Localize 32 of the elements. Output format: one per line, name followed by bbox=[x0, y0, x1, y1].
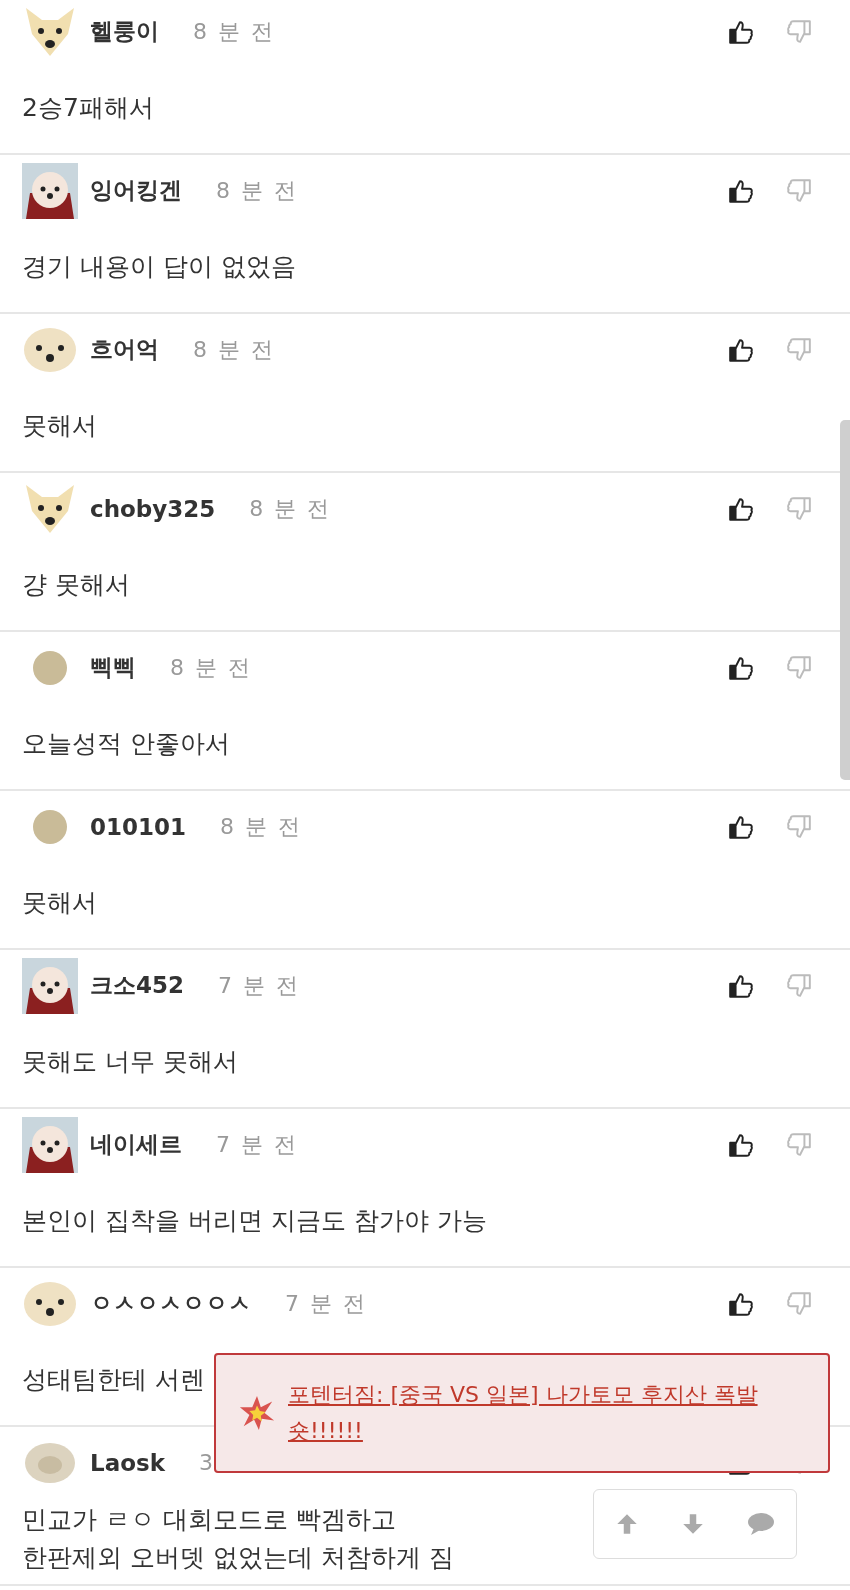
comment-text: 한판제외 오버뎃 없었는데 처참하게 짐 bbox=[22, 1542, 454, 1574]
comment-time: 7 분 전 bbox=[285, 1289, 367, 1318]
comment-text: 본인이 집착을 버리면 지금도 참가야 가능 bbox=[22, 1205, 487, 1237]
comment-time: 8 분 전 bbox=[249, 494, 332, 523]
notice-link[interactable]: 포텐터짐: [중국 VS 일본] 나가토모 후지산 폭발숏!!!!!! bbox=[288, 1377, 788, 1449]
comment-text: 2승7패해서 bbox=[22, 92, 154, 124]
comment-text: 걍 못해서 bbox=[22, 569, 130, 601]
user-name[interactable]: ㅇㅅㅇㅅㅇㅇㅅ bbox=[90, 1288, 251, 1319]
user-name[interactable]: 삑삑 bbox=[90, 652, 136, 683]
comment-text: 성태팀한테 서렌 bbox=[22, 1364, 205, 1396]
comment-time: 7 분 전 bbox=[218, 971, 300, 1000]
comment-time: 8 분 전 bbox=[193, 17, 275, 46]
user-name[interactable]: 크소452 bbox=[90, 970, 184, 1001]
comment-time: 8 분 전 bbox=[216, 176, 298, 205]
user-name[interactable]: 010101 bbox=[90, 813, 187, 840]
user-name[interactable]: 네이세르 bbox=[90, 1129, 182, 1160]
comment-text: 경기 내용이 답이 없었음 bbox=[22, 251, 296, 283]
comment-time: 3 bbox=[198, 1450, 215, 1475]
user-name[interactable]: Laosk bbox=[90, 1449, 165, 1476]
comment-time: 7 분 전 bbox=[216, 1130, 298, 1159]
comment-text: 못해서 bbox=[22, 887, 97, 919]
comment-time: 8 분 전 bbox=[220, 812, 302, 841]
comment-text: 못해서 bbox=[22, 410, 97, 442]
comment-time: 8 분 전 bbox=[193, 335, 275, 364]
comment-text: 못해도 너무 못해서 bbox=[22, 1046, 238, 1078]
comment-text: 오늘성적 안좋아서 bbox=[22, 728, 230, 760]
comment-text: 민교가 ㄹㅇ 대회모드로 빡겜하고 bbox=[22, 1504, 396, 1536]
user-name[interactable]: choby325 bbox=[90, 495, 216, 522]
user-name[interactable]: 헬룽이 bbox=[90, 16, 159, 47]
comment-time: 8 분 전 bbox=[170, 653, 252, 682]
user-name[interactable]: 흐어억 bbox=[90, 334, 159, 365]
user-name[interactable]: 잉어킹겐 bbox=[90, 175, 182, 206]
